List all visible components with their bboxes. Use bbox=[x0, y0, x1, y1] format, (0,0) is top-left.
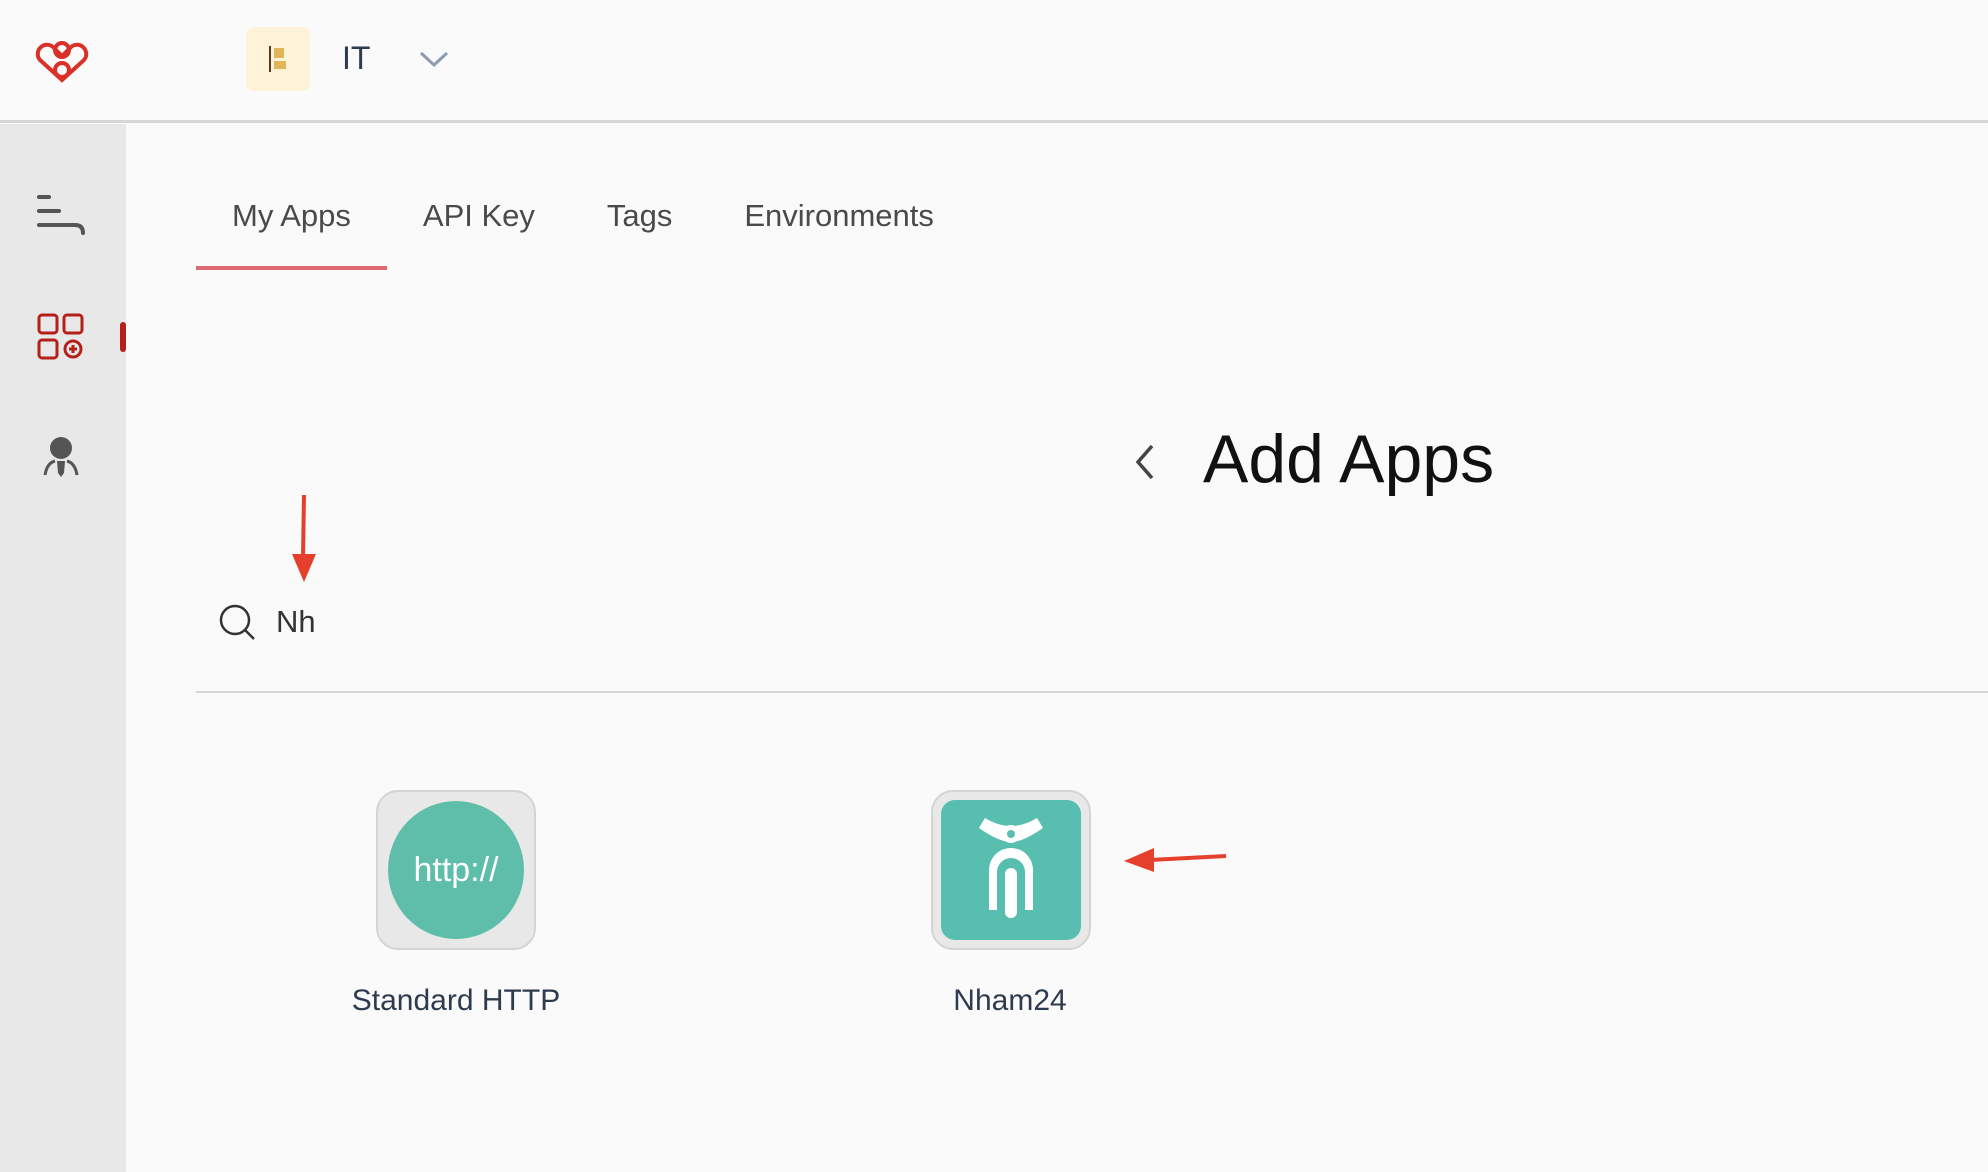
user-icon bbox=[43, 437, 79, 477]
search-icon bbox=[219, 604, 255, 640]
annotation-arrow-left bbox=[1124, 848, 1227, 872]
top-header: IT bbox=[0, 0, 1988, 123]
collapse-menu-button[interactable] bbox=[30, 184, 92, 246]
org-name[interactable]: IT bbox=[342, 40, 370, 77]
tab-tags[interactable]: Tags bbox=[571, 180, 708, 270]
divider bbox=[196, 691, 1988, 693]
nham24-icon bbox=[941, 800, 1081, 940]
app-logo[interactable] bbox=[32, 36, 92, 86]
app-label-nham24[interactable]: Nham24 bbox=[860, 984, 1160, 1018]
sidebar-item-apps[interactable] bbox=[30, 306, 92, 368]
page-title: Add Apps bbox=[1203, 421, 1495, 497]
org-badge[interactable] bbox=[246, 27, 310, 91]
search-input[interactable] bbox=[276, 600, 876, 644]
tab-api-key[interactable]: API Key bbox=[387, 180, 571, 270]
sidebar bbox=[0, 124, 126, 1172]
chevron-down-icon[interactable] bbox=[418, 48, 450, 70]
org-icon bbox=[269, 46, 286, 72]
app-card-nham24[interactable] bbox=[931, 790, 1091, 950]
back-chevron-icon[interactable] bbox=[1130, 440, 1160, 484]
tab-my-apps[interactable]: My Apps bbox=[196, 180, 387, 270]
app-card-standard-http[interactable]: http:// bbox=[376, 790, 536, 950]
sidebar-item-users[interactable] bbox=[30, 426, 92, 488]
http-icon: http:// bbox=[388, 801, 524, 939]
tab-environments[interactable]: Environments bbox=[708, 180, 970, 270]
tab-bar: My Apps API Key Tags Environments bbox=[196, 180, 970, 270]
annotation-arrow-down bbox=[292, 494, 316, 582]
active-indicator bbox=[120, 322, 126, 352]
collapse-menu-icon bbox=[37, 195, 85, 235]
http-icon-text: http:// bbox=[413, 851, 499, 889]
app-label-standard-http[interactable]: Standard HTTP bbox=[306, 984, 606, 1018]
apps-add-icon bbox=[37, 313, 84, 360]
